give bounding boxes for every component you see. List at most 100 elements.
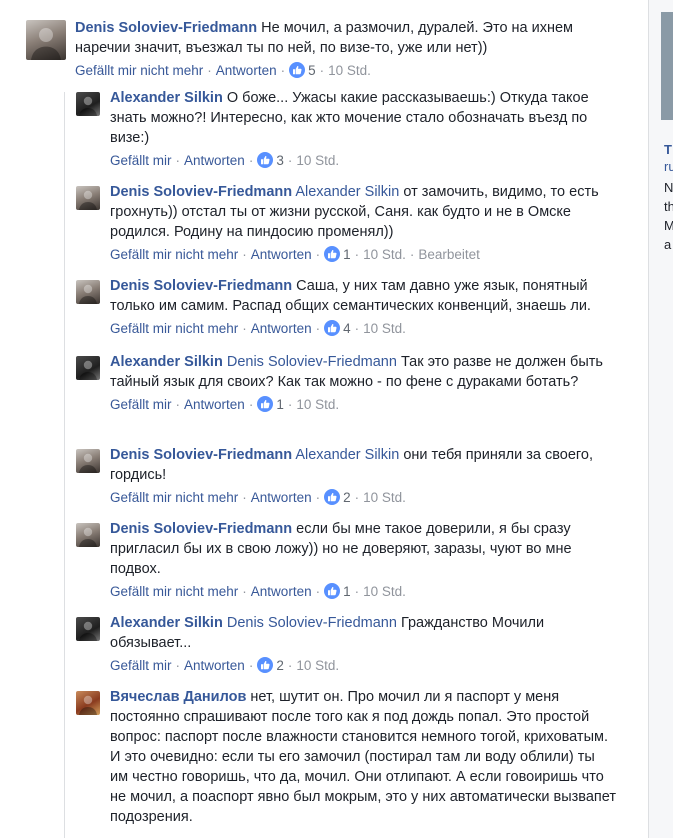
like-count-button[interactable]: 3 [257, 151, 284, 171]
reply-link[interactable]: Antworten [251, 584, 312, 599]
comment-body: Alexander Silkin Denis Soloviev-Friedman… [110, 352, 616, 415]
comment-timestamp[interactable]: 10 Std. [296, 397, 339, 412]
comment-text: Вячеслав Данилов нет, шутит он. Про мочи… [110, 687, 616, 827]
comment-actions: Gefällt mir · Antworten · 1 · 10 Std. [110, 395, 616, 415]
like-count: 5 [308, 63, 316, 78]
comment-author[interactable]: Вячеслав Данилов [110, 689, 246, 705]
comment-timestamp[interactable]: 10 Std. [363, 490, 406, 505]
reply-link[interactable]: Antworten [184, 153, 245, 168]
separator: · [287, 153, 293, 168]
comment-timestamp[interactable]: 10 Std. [363, 247, 406, 262]
thumbs-up-icon [324, 320, 341, 336]
comment-text: Denis Soloviev-Friedmann если бы мне так… [110, 519, 616, 579]
thumbs-up-icon [257, 396, 274, 412]
avatar[interactable] [76, 617, 100, 641]
comment-body: Вячеслав Данилов нет, шутит он. Про мочи… [110, 687, 616, 827]
like-count: 2 [276, 658, 284, 673]
like-link[interactable]: Gefällt mir nicht mehr [110, 490, 238, 505]
comment-author[interactable]: Alexander Silkin [110, 354, 223, 370]
separator: · [287, 397, 293, 412]
edited-label[interactable]: Bearbeitet [418, 247, 480, 262]
separator: · [242, 490, 247, 505]
avatar[interactable] [76, 356, 100, 380]
like-link[interactable]: Gefällt mir [110, 397, 172, 412]
mention-tag[interactable]: Alexander Silkin [295, 447, 399, 463]
separator: · [319, 63, 325, 78]
like-link[interactable]: Gefällt mir [110, 658, 172, 673]
comment-author[interactable]: Alexander Silkin [110, 615, 223, 631]
reply-link[interactable]: Antworten [216, 63, 277, 78]
separator: · [280, 63, 286, 78]
comment-author[interactable]: Denis Soloviev-Friedmann [110, 521, 292, 537]
comment-timestamp[interactable]: 10 Std. [363, 584, 406, 599]
comment-text: Denis Soloviev-Friedmann Не мочил, а раз… [75, 18, 626, 58]
comment-timestamp[interactable]: 10 Std. [296, 153, 339, 168]
like-count-button[interactable]: 2 [257, 656, 284, 676]
separator: · [354, 321, 360, 336]
comment-timestamp[interactable]: 10 Std. [363, 321, 406, 336]
reply-link[interactable]: Antworten [251, 321, 312, 336]
separator: · [175, 658, 181, 673]
comment-author[interactable]: Denis Soloviev-Friedmann [75, 20, 257, 36]
mention-tag[interactable]: Denis Soloviev-Friedmann [227, 615, 397, 631]
separator: · [248, 153, 254, 168]
mention-tag[interactable]: Alexander Silkin [295, 184, 399, 200]
sidebar-text-2[interactable]: ru [664, 157, 673, 176]
reply-link[interactable]: Antworten [251, 490, 312, 505]
sidebar-text-3: N [664, 180, 673, 195]
comment-actions: Gefällt mir nicht mehr · Antworten · 1 · 10 St… [110, 582, 616, 602]
comment-timestamp[interactable]: 10 Std. [296, 658, 339, 673]
like-link[interactable]: Gefällt mir nicht mehr [110, 247, 238, 262]
comment-author[interactable]: Alexander Silkin [110, 90, 223, 106]
like-count-button[interactable]: 5 [289, 61, 316, 81]
right-sidebar: T ru N th M a [648, 0, 673, 838]
avatar[interactable] [76, 280, 100, 304]
comment: Denis Soloviev-Friedmann Саша, у них там… [76, 276, 616, 339]
avatar[interactable] [76, 186, 100, 210]
like-link[interactable]: Gefällt mir nicht mehr [75, 63, 203, 78]
comment-actions: Gefällt mir · Antworten · 2 · 10 Std. [110, 656, 616, 676]
separator: · [287, 658, 293, 673]
avatar[interactable] [26, 20, 66, 60]
comment-text: Denis Soloviev-Friedmann Alexander Silki… [110, 182, 616, 242]
avatar[interactable] [76, 92, 100, 116]
mention-tag[interactable]: Denis Soloviev-Friedmann [227, 354, 397, 370]
comment: Denis Soloviev-Friedmann Не мочил, а раз… [26, 18, 626, 81]
like-count-button[interactable]: 4 [324, 319, 351, 339]
sidebar-text-4: th [664, 199, 673, 214]
comment-timestamp[interactable]: 10 Std. [328, 63, 371, 78]
comment-text: Alexander Silkin Denis Soloviev-Friedman… [110, 613, 616, 653]
comment-author[interactable]: Denis Soloviev-Friedmann [110, 184, 292, 200]
like-count-button[interactable]: 2 [324, 488, 351, 508]
like-count: 3 [276, 153, 284, 168]
sidebar-thumbnail[interactable] [661, 12, 673, 120]
reply-link[interactable]: Antworten [251, 247, 312, 262]
separator: · [354, 247, 360, 262]
comment-body: Denis Soloviev-Friedmann Не мочил, а раз… [75, 18, 626, 81]
comment: Alexander Silkin О боже... Ужасы какие р… [76, 88, 616, 171]
avatar[interactable] [76, 449, 100, 473]
separator: · [409, 247, 415, 262]
comment-author[interactable]: Denis Soloviev-Friedmann [110, 278, 292, 294]
comment-body: Alexander Silkin Denis Soloviev-Friedman… [110, 613, 616, 676]
comment-actions: Gefällt mir nicht mehr · Antworten · 2 · 10 St… [110, 488, 616, 508]
like-count-button[interactable]: 1 [324, 245, 351, 265]
comments-panel: Denis Soloviev-Friedmann Не мочил, а раз… [0, 0, 648, 838]
comment: Alexander Silkin Denis Soloviev-Friedman… [76, 613, 616, 676]
like-count: 1 [276, 397, 284, 412]
like-link[interactable]: Gefällt mir nicht mehr [110, 321, 238, 336]
comment: Вячеслав Данилов нет, шутит он. Про мочи… [76, 687, 616, 827]
like-count-button[interactable]: 1 [257, 395, 284, 415]
reply-link[interactable]: Antworten [184, 658, 245, 673]
reply-thread-line [64, 92, 65, 838]
comment-text: Alexander Silkin О боже... Ужасы какие р… [110, 88, 616, 148]
reply-link[interactable]: Antworten [184, 397, 245, 412]
like-link[interactable]: Gefällt mir [110, 153, 172, 168]
like-count-button[interactable]: 1 [324, 582, 351, 602]
like-link[interactable]: Gefällt mir nicht mehr [110, 584, 238, 599]
comment-body: Denis Soloviev-Friedmann Alexander Silki… [110, 182, 616, 265]
avatar[interactable] [76, 691, 100, 715]
avatar[interactable] [76, 523, 100, 547]
comment-text: Alexander Silkin Denis Soloviev-Friedman… [110, 352, 616, 392]
comment-author[interactable]: Denis Soloviev-Friedmann [110, 447, 292, 463]
